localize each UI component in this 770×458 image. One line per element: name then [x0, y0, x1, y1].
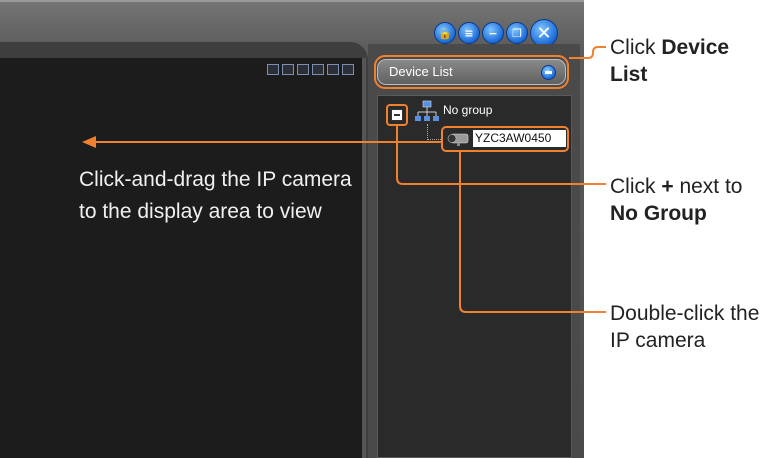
- annotation-no-group-bold: No Group: [610, 202, 707, 225]
- annotation-no-group: Click + next to No Group: [610, 175, 743, 225]
- annotation-device-list: Click Device List: [610, 36, 730, 86]
- annotation-camera: Double-click the IP camera: [610, 302, 760, 352]
